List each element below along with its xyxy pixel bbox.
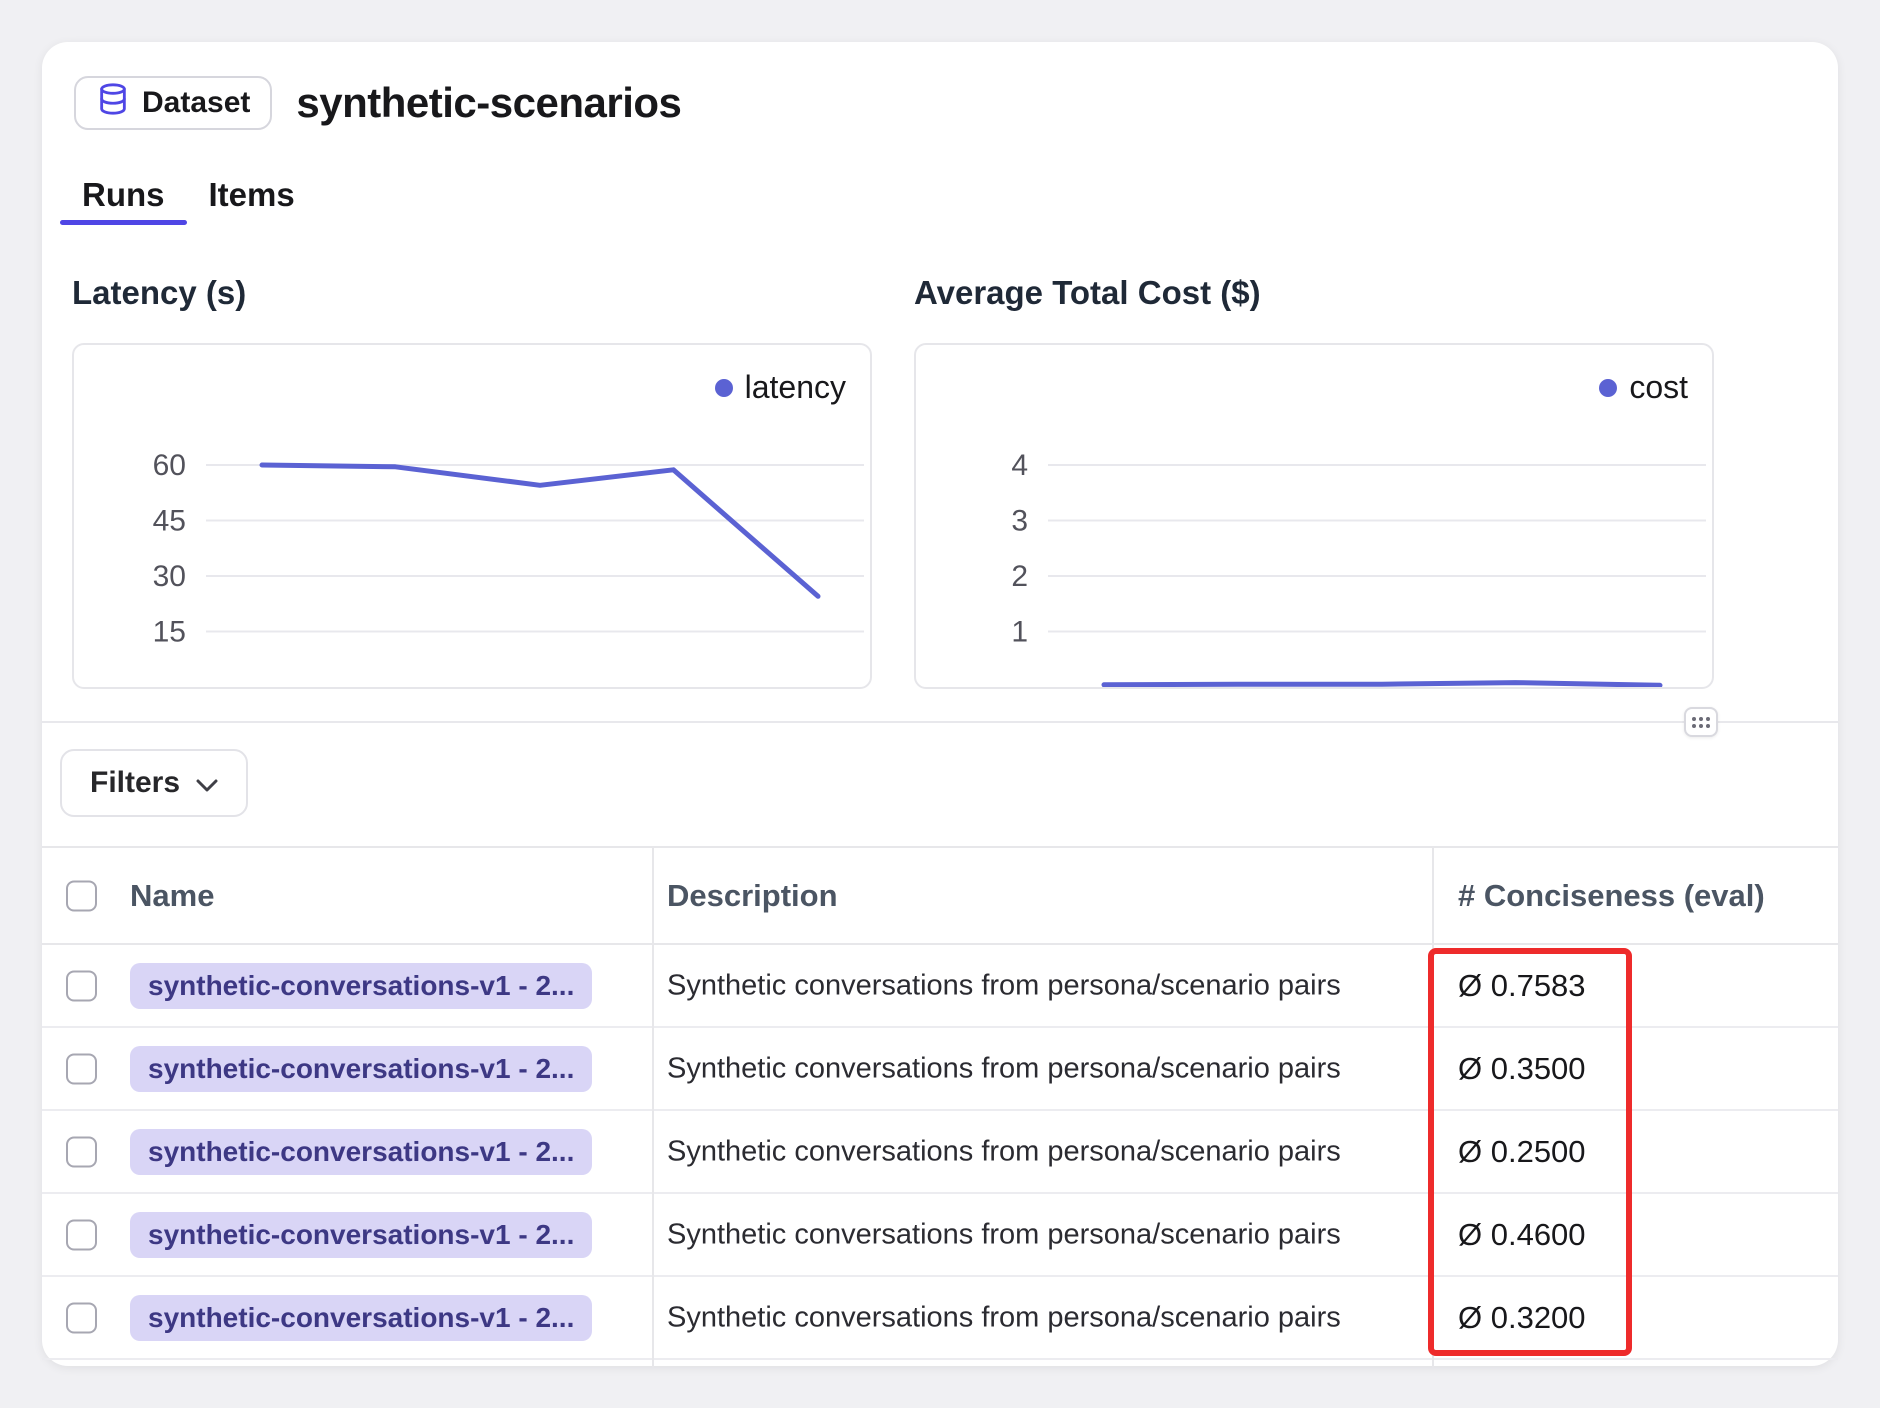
cost-legend-label: cost — [1629, 369, 1688, 406]
column-header-description[interactable]: Description — [667, 878, 838, 914]
run-description: Synthetic conversations from persona/sce… — [667, 1301, 1417, 1334]
tabs: Runs Items — [60, 164, 1838, 225]
row-checkbox[interactable] — [66, 970, 97, 1001]
select-all-checkbox[interactable] — [66, 880, 97, 911]
latency-chart: 15 30 45 60 latency — [72, 343, 872, 689]
divider — [42, 721, 1838, 723]
run-description: Synthetic conversations from persona/sce… — [667, 1052, 1417, 1085]
cost-legend: cost — [1599, 369, 1688, 406]
page-title: synthetic-scenarios — [296, 79, 681, 127]
tab-items[interactable]: Items — [187, 164, 317, 225]
svg-text:30: 30 — [153, 560, 186, 593]
runs-table: Name Description # Conciseness (eval) sy… — [42, 846, 1838, 1360]
table-row[interactable]: synthetic-conversations-v1 - 2... Synthe… — [42, 1028, 1838, 1111]
row-checkbox[interactable] — [66, 1053, 97, 1084]
filters-button[interactable]: Filters — [60, 749, 248, 817]
tab-runs-label: Runs — [82, 176, 165, 214]
filters-button-label: Filters — [90, 766, 180, 800]
tab-runs[interactable]: Runs — [60, 164, 187, 225]
conciseness-value: Ø 0.3200 — [1458, 1300, 1586, 1336]
page-header: Dataset synthetic-scenarios — [42, 42, 1838, 130]
tab-items-label: Items — [209, 176, 295, 214]
table-row[interactable]: synthetic-conversations-v1 - 2... Synthe… — [42, 945, 1838, 1028]
run-description: Synthetic conversations from persona/sce… — [667, 1135, 1417, 1168]
legend-dot-icon — [1599, 379, 1617, 397]
svg-text:3: 3 — [1011, 505, 1028, 538]
charts-section: Latency (s) 15 30 45 60 latency Average Tot… — [72, 271, 1838, 689]
cost-line-chart: 1 2 3 4 — [916, 345, 1712, 687]
row-checkbox[interactable] — [66, 1219, 97, 1250]
drag-handle[interactable] — [1684, 707, 1718, 737]
svg-text:15: 15 — [153, 616, 186, 649]
svg-text:4: 4 — [1011, 449, 1028, 482]
dataset-card: Dataset synthetic-scenarios Runs Items L… — [42, 42, 1838, 1366]
column-header-name[interactable]: Name — [130, 878, 214, 914]
column-divider — [652, 848, 654, 1368]
conciseness-value: Ø 0.2500 — [1458, 1134, 1586, 1170]
svg-text:60: 60 — [153, 449, 186, 482]
table-body: synthetic-conversations-v1 - 2... Synthe… — [42, 945, 1838, 1360]
conciseness-value: Ø 0.3500 — [1458, 1051, 1586, 1087]
table-row[interactable]: synthetic-conversations-v1 - 2... Synthe… — [42, 1111, 1838, 1194]
run-name-link[interactable]: synthetic-conversations-v1 - 2... — [130, 963, 592, 1009]
conciseness-value: Ø 0.4600 — [1458, 1217, 1586, 1253]
latency-legend: latency — [715, 369, 846, 406]
database-icon — [96, 82, 130, 124]
run-name-link[interactable]: synthetic-conversations-v1 - 2... — [130, 1212, 592, 1258]
conciseness-value: Ø 0.7583 — [1458, 968, 1586, 1004]
table-header-row: Name Description # Conciseness (eval) — [42, 848, 1838, 945]
cost-chart-block: Average Total Cost ($) 1 2 3 4 cost — [914, 271, 1714, 689]
grip-dots-icon — [1692, 717, 1710, 728]
latency-chart-block: Latency (s) 15 30 45 60 latency — [72, 271, 872, 689]
latency-chart-title: Latency (s) — [72, 271, 872, 315]
column-header-conciseness[interactable]: # Conciseness (eval) — [1458, 878, 1765, 914]
run-name-link[interactable]: synthetic-conversations-v1 - 2... — [130, 1295, 592, 1341]
run-name-link[interactable]: synthetic-conversations-v1 - 2... — [130, 1046, 592, 1092]
run-description: Synthetic conversations from persona/sce… — [667, 969, 1417, 1002]
row-checkbox[interactable] — [66, 1136, 97, 1167]
table-row[interactable]: synthetic-conversations-v1 - 2... Synthe… — [42, 1194, 1838, 1277]
run-description: Synthetic conversations from persona/sce… — [667, 1218, 1417, 1251]
latency-legend-label: latency — [745, 369, 846, 406]
cost-chart-title: Average Total Cost ($) — [914, 271, 1714, 315]
row-checkbox[interactable] — [66, 1302, 97, 1333]
dataset-badge: Dataset — [74, 76, 272, 130]
run-name-link[interactable]: synthetic-conversations-v1 - 2... — [130, 1129, 592, 1175]
chevron-down-icon — [196, 766, 218, 800]
column-divider — [1432, 848, 1434, 1368]
svg-text:2: 2 — [1011, 560, 1028, 593]
legend-dot-icon — [715, 379, 733, 397]
cost-chart: 1 2 3 4 cost — [914, 343, 1714, 689]
svg-text:45: 45 — [153, 505, 186, 538]
svg-text:1: 1 — [1011, 616, 1028, 649]
table-row[interactable]: synthetic-conversations-v1 - 2... Synthe… — [42, 1277, 1838, 1360]
dataset-badge-label: Dataset — [142, 86, 250, 120]
